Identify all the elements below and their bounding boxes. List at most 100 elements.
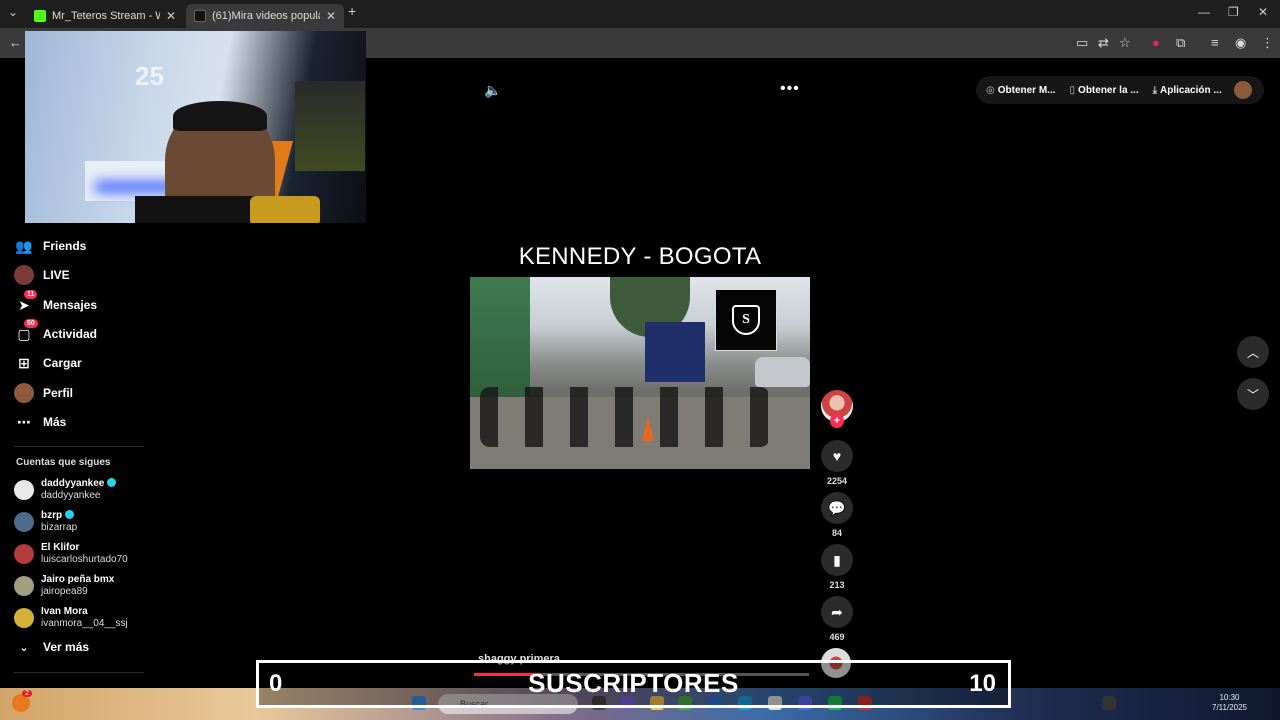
video-scene bbox=[642, 417, 654, 441]
friends-icon: 👥 bbox=[15, 237, 33, 254]
account-name: Jairo peña bmx bbox=[41, 574, 115, 585]
sidebar-item-mas[interactable]: ⋯ Más bbox=[14, 411, 66, 433]
maximize-button[interactable]: ❐ bbox=[1228, 5, 1239, 19]
messages-icon: ➤ 11 bbox=[14, 290, 38, 315]
subscriber-goal-bar: 0 SUSCRIPTORES 10 bbox=[256, 660, 1011, 708]
account-username: daddyyankee bbox=[41, 490, 101, 501]
button-label: Obtener la ... bbox=[1078, 84, 1139, 96]
profile-icon bbox=[14, 383, 34, 403]
tiktok-icon bbox=[194, 10, 206, 22]
account-username: ivanmora__04__ssj bbox=[41, 618, 128, 629]
new-tab-button[interactable]: + bbox=[348, 3, 356, 19]
get-app-button[interactable]: ▯ Obtener la ... bbox=[1070, 85, 1139, 96]
sidebar-item-label: Más bbox=[43, 415, 67, 429]
account-name: El Klifor bbox=[41, 542, 80, 553]
back-icon[interactable]: ← bbox=[9, 35, 22, 50]
followed-account[interactable]: Jairo peña bmx jairopea89 bbox=[14, 574, 114, 598]
microphone bbox=[250, 196, 320, 223]
comment-icon: 💬 bbox=[828, 499, 846, 516]
user-avatar[interactable] bbox=[1234, 81, 1252, 99]
account-name: bzrp bbox=[41, 510, 63, 521]
share-count: 469 bbox=[829, 632, 845, 642]
activity-badge: 50 bbox=[24, 319, 38, 328]
followed-account[interactable]: El Klifor luiscarloshurtado70 bbox=[14, 542, 128, 566]
minimize-button[interactable]: — bbox=[1198, 5, 1210, 19]
like-button[interactable]: ♥ bbox=[821, 440, 853, 472]
extensions-puzzle-icon[interactable]: ⧉ bbox=[1176, 35, 1185, 51]
top-actions-bar: ◎ Obtener M... ▯ Obtener la ... ⤓ Aplicació… bbox=[976, 76, 1264, 104]
phone-icon: ▯ bbox=[1069, 84, 1076, 96]
sidebar-item-mensajes[interactable]: ➤ 11 Mensajes bbox=[14, 290, 98, 316]
account-username: bizarrap bbox=[41, 522, 78, 533]
upload-icon: ⊞ bbox=[18, 354, 30, 371]
tab-title: Mr_Teteros Stream - Watch Live bbox=[52, 10, 160, 22]
avatar bbox=[14, 576, 34, 596]
steam-icon[interactable] bbox=[1102, 696, 1116, 710]
clock-date: 7/11/2025 bbox=[1212, 703, 1247, 712]
account-name: Ivan Mora bbox=[41, 606, 88, 617]
heart-icon: ♥ bbox=[832, 448, 842, 464]
save-button[interactable]: ▮ bbox=[821, 544, 853, 576]
more-options-icon[interactable]: ••• bbox=[780, 80, 800, 98]
sidebar-item-label: LIVE bbox=[43, 268, 70, 282]
bookmark-icon: ▮ bbox=[833, 551, 841, 568]
clock-time: 10:30 bbox=[1219, 693, 1240, 702]
video-scene bbox=[480, 387, 770, 447]
button-label: Aplicación ... bbox=[1160, 84, 1222, 96]
activity-icon: ▢ 50 bbox=[14, 319, 38, 344]
sidebar-item-label: Cargar bbox=[43, 356, 82, 370]
sidebar-item-actividad[interactable]: ▢ 50 Actividad bbox=[14, 319, 97, 345]
volume-icon[interactable]: 🔈 bbox=[484, 82, 501, 99]
follow-plus-icon[interactable]: + bbox=[830, 414, 844, 428]
sidebar-item-label: Perfil bbox=[43, 386, 74, 400]
followed-account[interactable]: Ivan Mora ivanmora__04__ssj bbox=[14, 606, 128, 630]
previous-video-button[interactable]: ︿ bbox=[1237, 336, 1269, 368]
sidebar-item-friends[interactable]: 👥 Friends bbox=[14, 235, 86, 257]
desktop-app-button[interactable]: ⤓ Aplicación ... bbox=[1153, 85, 1222, 96]
bookmark-star-icon[interactable]: ☆ bbox=[1119, 35, 1131, 51]
verified-icon bbox=[107, 478, 117, 487]
close-window-button[interactable]: ✕ bbox=[1258, 5, 1268, 19]
translate-icon[interactable]: ⇄ bbox=[1098, 35, 1109, 51]
verified-icon bbox=[65, 510, 75, 519]
followed-account[interactable]: daddyyankee daddyyankee bbox=[14, 478, 117, 502]
profile-avatar-icon[interactable]: ◉ bbox=[1235, 35, 1246, 51]
sidebar-item-label: Mensajes bbox=[43, 298, 98, 312]
sidebar-item-live[interactable]: LIVE bbox=[14, 264, 70, 286]
tab-kick-stream[interactable]: Mr_Teteros Stream - Watch Live ✕ bbox=[26, 4, 184, 28]
close-tab-icon[interactable]: ✕ bbox=[326, 9, 336, 23]
firefox-icon[interactable]: 2 bbox=[12, 690, 32, 712]
taskbar-clock[interactable]: 10:30 7/11/2025 bbox=[1212, 693, 1247, 713]
save-count: 213 bbox=[829, 580, 845, 590]
cast-icon[interactable]: ▭ bbox=[1076, 35, 1088, 51]
extension-icon[interactable]: ● bbox=[1152, 35, 1160, 50]
browser-menu-icon[interactable]: ⋮ bbox=[1261, 35, 1274, 51]
account-username: jairopea89 bbox=[41, 586, 88, 597]
media-icon[interactable]: ≡ bbox=[1211, 35, 1219, 50]
sidebar-item-cargar[interactable]: ⊞ Cargar bbox=[14, 352, 82, 374]
sidebar-item-label: Friends bbox=[43, 239, 87, 253]
live-icon bbox=[14, 265, 34, 285]
tab-tiktok[interactable]: (61)Mira videos populares ✕ bbox=[186, 4, 344, 28]
close-tab-icon[interactable]: ✕ bbox=[166, 9, 176, 23]
streamer bbox=[173, 101, 267, 131]
share-icon: ➦ bbox=[831, 603, 843, 620]
security-logo: S bbox=[715, 289, 777, 351]
tab-search-icon[interactable]: ⌄ bbox=[8, 5, 18, 19]
get-coins-button[interactable]: ◎ Obtener M... bbox=[986, 85, 1056, 96]
followed-account[interactable]: bzrp bizarrap bbox=[14, 510, 77, 534]
see-more-button[interactable]: ⌄ Ver más bbox=[14, 636, 89, 658]
divider bbox=[14, 446, 144, 447]
more-icon: ⋯ bbox=[17, 413, 31, 430]
cam-decoration: 25 bbox=[135, 61, 164, 91]
comment-button[interactable]: 💬 bbox=[821, 492, 853, 524]
sidebar-item-perfil[interactable]: Perfil bbox=[14, 382, 73, 404]
next-video-button[interactable]: ﹀ bbox=[1237, 378, 1269, 410]
share-button[interactable]: ➦ bbox=[821, 596, 853, 628]
video-scene bbox=[645, 322, 705, 382]
chevron-down-icon: ﹀ bbox=[1246, 387, 1259, 402]
video-player[interactable]: S bbox=[470, 277, 810, 469]
following-section-title: Cuentas que sigues bbox=[16, 457, 111, 468]
button-label: Obtener M... bbox=[997, 84, 1056, 96]
messages-badge: 11 bbox=[24, 290, 38, 299]
